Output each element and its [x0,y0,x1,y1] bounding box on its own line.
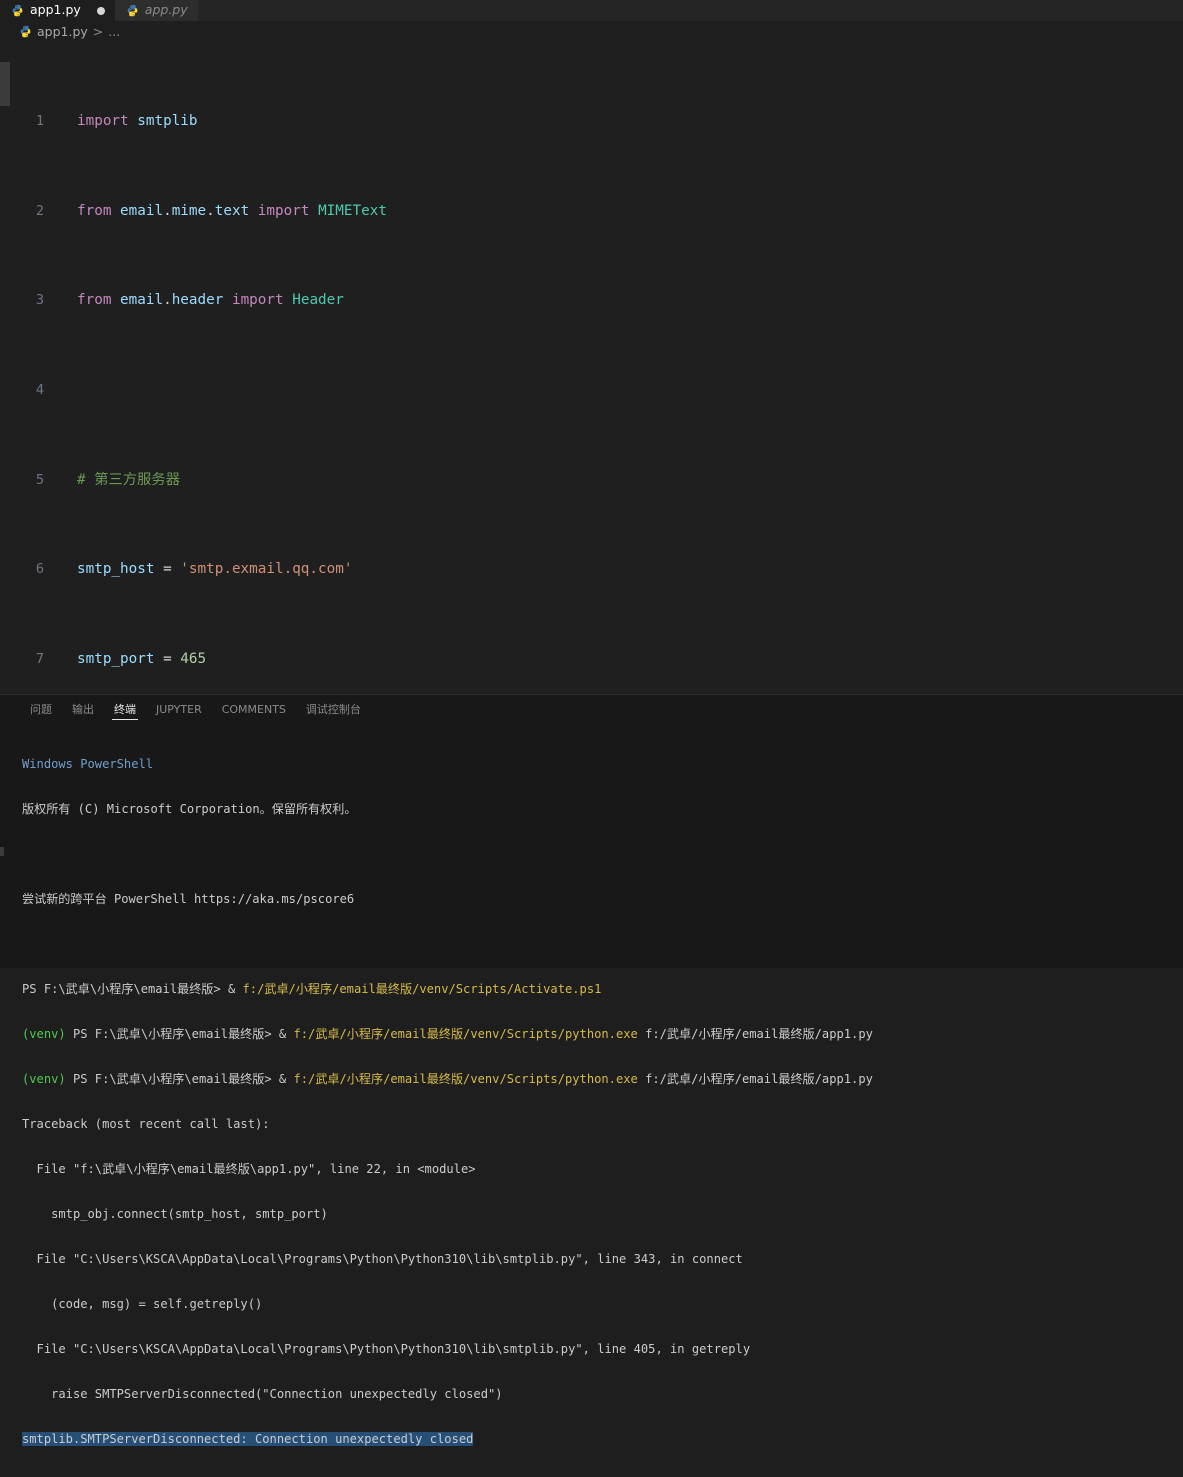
panel-tab-problems[interactable]: 问题 [20,695,62,724]
breadcrumb-file[interactable]: app1.py [37,24,88,39]
terminal-line: File "f:\武卓\小程序\email最终版\app1.py", line … [22,1162,476,1176]
line-number: 7 [35,650,44,667]
terminal-line: smtp_obj.connect(smtp_host, smtp_port) [22,1207,328,1221]
line-number: 6 [35,561,44,578]
panel-tab-bar: 问题 输出 终端 JUPYTER COMMENTS 调试控制台 [0,695,1183,724]
terminal-scrollbar-mark [0,847,4,856]
code-editor[interactable]: 1 import smtplib 2 from email.mime.text … [0,40,1183,692]
breadcrumb-overflow[interactable]: ... [108,24,120,39]
code-line: 3 from email.header import Header [0,289,1183,311]
terminal-line: raise SMTPServerDisconnected("Connection… [22,1387,503,1401]
panel-tab-label: JUPYTER [156,703,202,716]
line-code: from email.header import Header [77,292,344,309]
panel-tab-output[interactable]: 输出 [62,695,104,724]
python-file-icon [12,4,23,17]
unsaved-indicator-dot[interactable] [96,6,105,15]
terminal-line: File "C:\Users\KSCA\AppData\Local\Progra… [22,1252,743,1266]
terminal-line: 尝试新的跨平台 PowerShell https://aka.ms/pscore… [22,892,355,906]
terminal-line: 版权所有 (C) Microsoft Corporation。保留所有权利。 [22,802,357,816]
line-code: smtp_host = 'smtp.exmail.qq.com' [77,561,353,578]
terminal-line: Windows PowerShell [22,757,154,771]
line-number: 1 [35,113,44,130]
terminal-scrollbar[interactable] [0,729,4,959]
panel-tab-label: 输出 [72,703,94,716]
tab-bar-empty-space [197,0,1183,21]
terminal-line: (venv) PS F:\武卓\小程序\email最终版> & f:/武卓/小程… [22,1027,873,1041]
line-code: # 第三方服务器 [77,471,180,488]
panel-tab-terminal[interactable]: 终端 [104,695,146,724]
panel-tab-jupyter[interactable]: JUPYTER [146,695,212,724]
panel-tab-label: 终端 [114,703,136,716]
line-number: 2 [35,202,44,219]
code-line: 1 import smtplib [0,110,1183,132]
line-code: smtp_port = 465 [77,650,207,667]
panel-tab-debug-console[interactable]: 调试控制台 [296,695,371,724]
editor-vertical-scrollbar[interactable] [0,62,10,106]
line-number: 5 [35,471,44,488]
line-code: import smtplib [77,113,198,130]
panel-tab-label: 问题 [30,703,52,716]
code-content: 1 import smtplib 2 from email.mime.text … [0,40,1183,692]
line-code: from email.mime.text import MIMEText [77,202,387,219]
terminal-output[interactable]: Windows PowerShell 版权所有 (C) Microsoft Co… [0,724,1183,1477]
tab-label: app.py [144,2,188,18]
breadcrumb-separator: > [92,23,104,39]
terminal-selected-text: smtplib.SMTPServerDisconnected: Connecti… [22,1432,474,1446]
line-number: 3 [35,292,44,309]
line-number: 4 [35,382,44,399]
terminal-line: (venv) PS F:\武卓\小程序\email最终版> & f:/武卓/小程… [22,1072,873,1086]
code-line: 4 [0,379,1183,401]
python-file-icon [127,4,138,17]
code-line: 7 smtp_port = 465 [0,648,1183,670]
bottom-panel: 问题 输出 终端 JUPYTER COMMENTS 调试控制台 Windows … [0,694,1183,1446]
code-line: 2 from email.mime.text import MIMEText [0,200,1183,222]
terminal-line-selected: smtplib.SMTPServerDisconnected: Connecti… [22,1432,1183,1447]
editor-tab-bar: app1.py app.py [0,0,1183,22]
terminal-line: PS F:\武卓\小程序\email最终版> & f:/武卓/小程序/email… [22,982,602,996]
panel-tab-comments[interactable]: COMMENTS [212,695,296,724]
python-file-icon [20,25,31,37]
tab-label: app1.py [30,2,81,18]
tab-app-py[interactable]: app.py [114,0,198,21]
terminal-line: File "C:\Users\KSCA\AppData\Local\Progra… [22,1342,751,1356]
code-line: 6 smtp_host = 'smtp.exmail.qq.com' [0,558,1183,580]
terminal-line: Traceback (most recent call last): [22,1117,270,1131]
code-line: 5 # 第三方服务器 [0,469,1183,491]
breadcrumb: app1.py > ... [0,22,1183,40]
panel-tab-label: 调试控制台 [305,703,361,716]
terminal-line: (code, msg) = self.getreply() [22,1297,263,1311]
panel-tab-label: COMMENTS [221,703,286,716]
tab-app1-py[interactable]: app1.py [0,0,115,21]
